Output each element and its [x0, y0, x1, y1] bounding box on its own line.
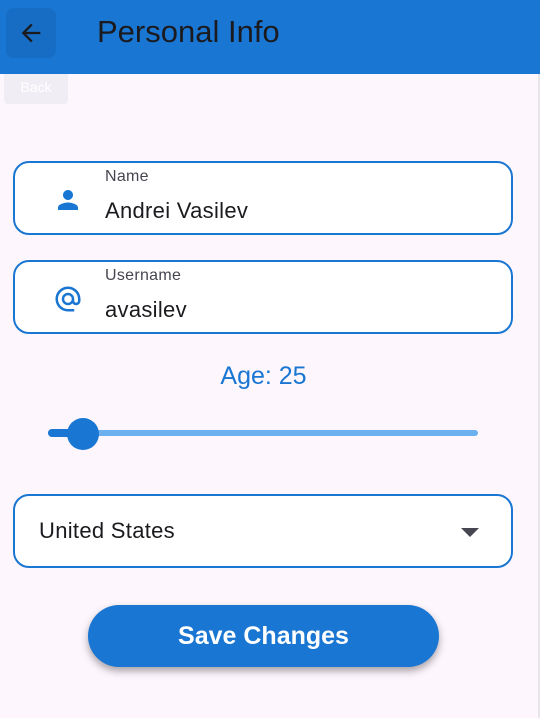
- username-field[interactable]: Username avasilev: [13, 260, 513, 334]
- age-slider[interactable]: [48, 416, 480, 452]
- age-label: Age: 25: [220, 362, 307, 390]
- back-tooltip: Back: [4, 74, 68, 104]
- back-button[interactable]: [6, 8, 56, 58]
- name-field-label: Name: [105, 168, 149, 185]
- username-field-label: Username: [105, 267, 182, 284]
- country-selected-value: United States: [39, 518, 175, 543]
- dropdown-caret-icon: [461, 528, 479, 537]
- age-slider-thumb[interactable]: [66, 418, 99, 450]
- page-title: Personal Info: [97, 14, 280, 49]
- app-bar: Personal Info: [0, 0, 540, 74]
- at-sign-icon: [53, 284, 83, 314]
- name-field[interactable]: Name Andrei Vasilev: [13, 161, 513, 235]
- age-slider-track: [48, 430, 478, 436]
- username-field-value[interactable]: avasilev: [105, 297, 187, 323]
- name-field-value[interactable]: Andrei Vasilev: [105, 198, 248, 224]
- country-dropdown[interactable]: United States: [13, 494, 513, 568]
- person-icon: [53, 185, 83, 215]
- save-changes-button[interactable]: Save Changes: [88, 605, 439, 667]
- arrow-left-icon: [21, 23, 41, 43]
